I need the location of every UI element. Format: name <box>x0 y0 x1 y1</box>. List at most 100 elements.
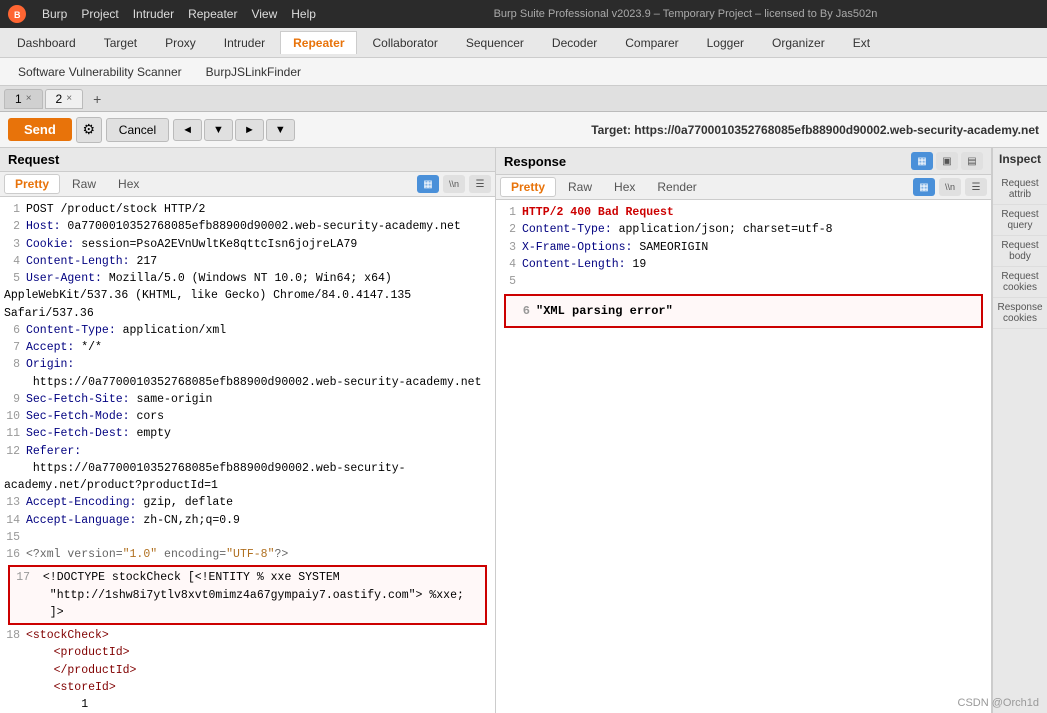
line-6: 6Content-Type: application/xml <box>4 322 491 339</box>
request-tab-hex[interactable]: Hex <box>108 175 149 193</box>
xml-error-box: 6"XML parsing error" <box>504 294 983 328</box>
resp-line-1: 1HTTP/2 400 Bad Request <box>500 204 987 221</box>
inspector-request-query[interactable]: Requestquery <box>993 205 1047 236</box>
subnav-scanner[interactable]: Software Vulnerability Scanner <box>8 63 192 81</box>
line-12b: https://0a770001035276808​5efb88900d9000… <box>4 460 491 495</box>
menu-repeater[interactable]: Repeater <box>188 7 237 21</box>
svg-text:B: B <box>14 10 21 20</box>
subnav-burpjslinkfinder[interactable]: BurpJSLinkFinder <box>196 63 311 81</box>
request-icon-grid[interactable]: ▦ <box>417 175 439 193</box>
response-icon-ln[interactable]: \\n <box>939 178 961 196</box>
menu-burp[interactable]: Burp <box>42 7 67 21</box>
send-button[interactable]: Send <box>8 118 72 141</box>
response-panel-icons: ▦ \\n ☰ <box>913 178 987 196</box>
content-area: Request Pretty Raw Hex ▦ \\n ☰ 1POST /pr… <box>0 148 1047 713</box>
line-17: 17 <!DOCTYPE stockCheck [<!ENTITY % xxe … <box>14 569 481 586</box>
title-bar: B Burp Project Intruder Repeater View He… <box>0 0 1047 28</box>
tab-collaborator[interactable]: Collaborator <box>359 31 450 54</box>
response-icon-grid[interactable]: ▦ <box>911 152 933 170</box>
window-title: Burp Suite Professional v2023.9 – Tempor… <box>332 8 1039 20</box>
response-tab-pretty[interactable]: Pretty <box>500 177 556 197</box>
menu-intruder[interactable]: Intruder <box>133 7 174 21</box>
tab-intruder[interactable]: Intruder <box>211 31 278 54</box>
request-tab-raw[interactable]: Raw <box>62 175 106 193</box>
line-3: 3Cookie: session=PsoA2EVnUwltKe8qttcIsn6… <box>4 236 491 253</box>
tab-decoder[interactable]: Decoder <box>539 31 610 54</box>
tab-1-close-icon[interactable]: × <box>26 93 32 104</box>
line-11: 11Sec-Fetch-Dest: empty <box>4 425 491 442</box>
inspector-request-body[interactable]: Requestbody <box>993 236 1047 267</box>
line-12: 12Referer: <box>4 443 491 460</box>
line-1: 1POST /product/stock HTTP/2 <box>4 201 491 218</box>
tab-add-button[interactable]: + <box>85 89 109 109</box>
request-icon-menu[interactable]: ☰ <box>469 175 491 193</box>
line-17c: ]> <box>14 604 481 621</box>
request-icon-ln[interactable]: \\n <box>443 175 465 193</box>
menu-help[interactable]: Help <box>291 7 316 21</box>
cancel-button[interactable]: Cancel <box>106 118 169 142</box>
line-15: 15 <box>4 529 491 546</box>
line-18: 18<stockCheck> <box>4 627 491 644</box>
line-22: 1 <box>4 696 491 713</box>
line-8b: https://0a770001035276808​5efb88900d9000… <box>4 374 491 391</box>
inspector-title: Inspect <box>999 152 1041 166</box>
main-nav: Dashboard Target Proxy Intruder Repeater… <box>0 28 1047 58</box>
response-icon-grid2[interactable]: ▣ <box>936 152 958 170</box>
nav-arrows: ◄ ▼ ► ▼ <box>173 119 295 141</box>
nav-prev-dropdown[interactable]: ▼ <box>204 119 233 141</box>
tab-ext[interactable]: Ext <box>840 31 883 54</box>
request-panel-icons: ▦ \\n ☰ <box>417 175 491 193</box>
line-14: 14Accept-Language: zh-CN,zh;q=0.9 <box>4 512 491 529</box>
inspector-response-cookies[interactable]: Responsecookies <box>993 298 1047 329</box>
menu-project[interactable]: Project <box>81 7 118 21</box>
response-panel: Response ▦ ▣ ▤ Pretty Raw Hex Render ▦ \… <box>496 148 992 713</box>
resp-line-3: 3X-Frame-Options: SAMEORIGIN <box>500 239 987 256</box>
menu-bar[interactable]: Burp Project Intruder Repeater View Help <box>42 7 316 21</box>
line-21: <storeId> <box>4 679 491 696</box>
response-tab-hex[interactable]: Hex <box>604 178 645 196</box>
response-icon-grid3[interactable]: ▤ <box>961 152 983 170</box>
line-9: 9Sec-Fetch-Site: same-origin <box>4 391 491 408</box>
response-tab-raw[interactable]: Raw <box>558 178 602 196</box>
response-content: 1HTTP/2 400 Bad Request 2Content-Type: a… <box>496 200 991 713</box>
tab-2-close-icon[interactable]: × <box>66 93 72 104</box>
menu-view[interactable]: View <box>251 7 277 21</box>
line-17b: "http://1shw8i7ytlv8xvt0mimz4a67gympaiy7… <box>14 587 481 604</box>
watermark: CSDN @Orch1d <box>958 697 1039 709</box>
request-tab-pretty[interactable]: Pretty <box>4 174 60 194</box>
line-7: 7Accept: */* <box>4 339 491 356</box>
tab-logger[interactable]: Logger <box>694 31 757 54</box>
nav-next-dropdown[interactable]: ▼ <box>266 119 295 141</box>
repeater-tab-2[interactable]: 2 × <box>45 89 84 109</box>
response-icon-menu[interactable]: ☰ <box>965 178 987 196</box>
target-url: Target: https://0a770001035276808​5efb88… <box>299 123 1039 137</box>
xxe-block: 17 <!DOCTYPE stockCheck [<!ENTITY % xxe … <box>8 565 487 625</box>
nav-next-button[interactable]: ► <box>235 119 264 141</box>
inspector-request-cookies[interactable]: Requestcookies <box>993 267 1047 298</box>
inspector-panel: Inspect Requestattrib Requestquery Reque… <box>992 148 1047 713</box>
line-13: 13Accept-Encoding: gzip, deflate <box>4 494 491 511</box>
tab-dashboard[interactable]: Dashboard <box>4 31 89 54</box>
resp-line-4: 4Content-Length: 19 <box>500 256 987 273</box>
tab-repeater[interactable]: Repeater <box>280 31 357 54</box>
response-icon-search[interactable]: ▦ <box>913 178 935 196</box>
request-panel: Request Pretty Raw Hex ▦ \\n ☰ 1POST /pr… <box>0 148 496 713</box>
tab-proxy[interactable]: Proxy <box>152 31 209 54</box>
tab-organizer[interactable]: Organizer <box>759 31 838 54</box>
response-title: Response <box>504 154 566 169</box>
tab-sequencer[interactable]: Sequencer <box>453 31 537 54</box>
request-title: Request <box>8 152 59 167</box>
repeater-tab-1[interactable]: 1 × <box>4 89 43 109</box>
nav-prev-button[interactable]: ◄ <box>173 119 202 141</box>
line-16: 16<?xml version="1.0" encoding="UTF-8"?> <box>4 546 491 563</box>
tab-comparer[interactable]: Comparer <box>612 31 691 54</box>
request-panel-header: Request <box>0 148 495 172</box>
resp-line-5: 5 <box>500 273 987 290</box>
tab-target[interactable]: Target <box>91 31 150 54</box>
line-19: <productId> <box>4 644 491 661</box>
inspector-request-attrib[interactable]: Requestattrib <box>993 174 1047 205</box>
response-tab-render[interactable]: Render <box>647 178 706 196</box>
request-content: 1POST /product/stock HTTP/2 2Host: 0a770… <box>0 197 495 713</box>
line-10: 10Sec-Fetch-Mode: cors <box>4 408 491 425</box>
settings-button[interactable]: ⚙ <box>76 117 102 143</box>
